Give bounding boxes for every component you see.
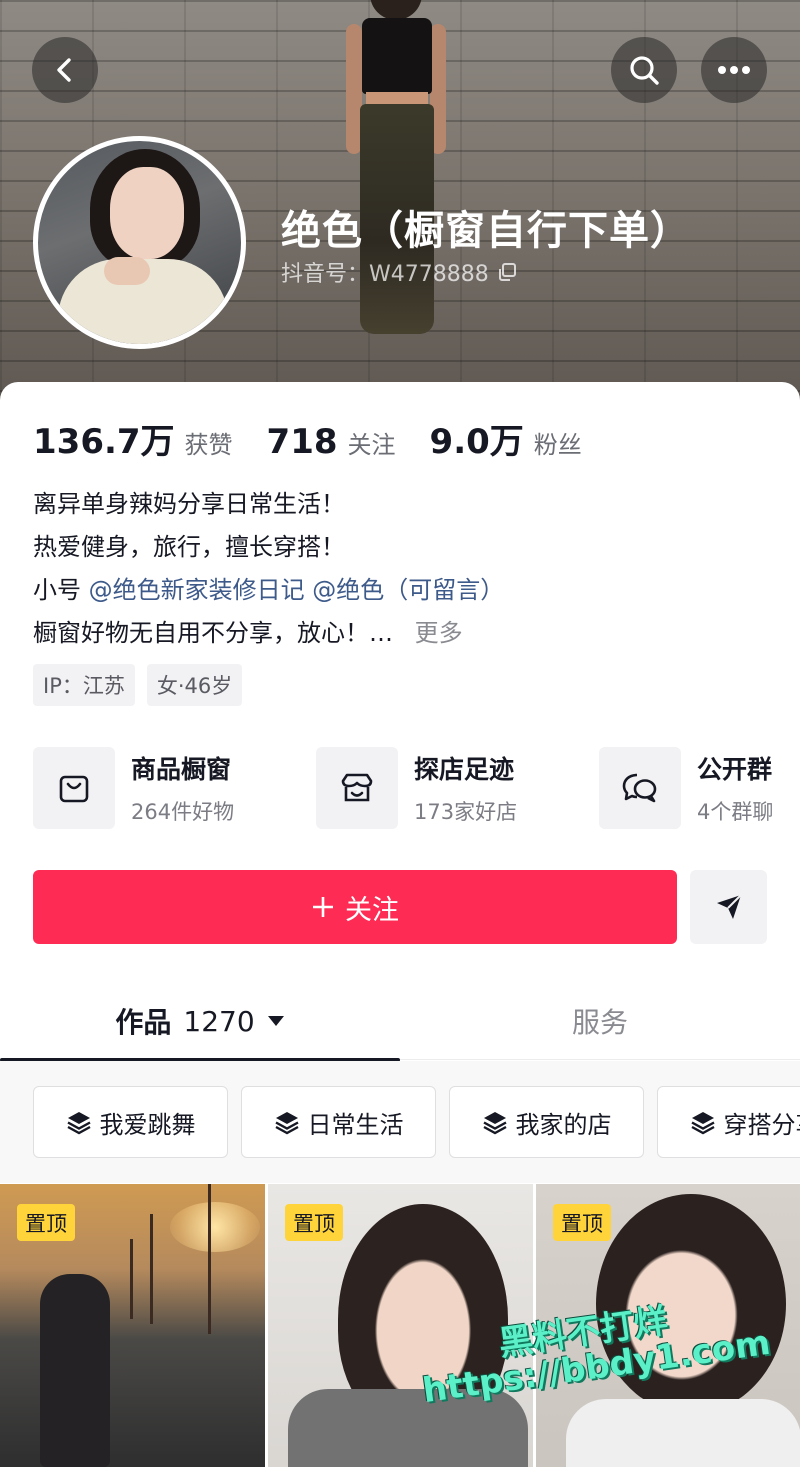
bio-line-3-prefix: 小号 <box>33 576 81 604</box>
feature-public-group[interactable]: 公开群 4个群聊 <box>599 746 800 830</box>
ip-location-tag: IP：江苏 <box>33 664 135 706</box>
send-message-button[interactable] <box>690 870 767 944</box>
stat-likes-value: 136.7万 <box>33 422 175 462</box>
follow-button-label: 关注 <box>345 894 399 926</box>
collection-chip-label: 日常生活 <box>307 1110 404 1139</box>
feature-store-visits-title: 探店足迹 <box>414 755 515 784</box>
caret-down-icon <box>267 1016 284 1026</box>
tab-services[interactable]: 服务 <box>400 982 800 1060</box>
stat-followers-label: 粉丝 <box>533 431 582 459</box>
feature-store-visits[interactable]: 探店足迹 173家好店 <box>316 746 599 830</box>
layers-icon <box>482 1112 507 1135</box>
avatar[interactable] <box>33 136 246 349</box>
stat-following-label: 关注 <box>347 431 396 459</box>
collection-chip-label: 我家的店 <box>515 1110 612 1139</box>
follow-button[interactable]: 关注 <box>33 870 677 944</box>
content-tabs: 作品 1270 服务 <box>0 982 800 1062</box>
mention-link-2[interactable]: @绝色（可留言） <box>312 576 504 604</box>
bio-line-4: 橱窗好物无自用不分享，放心！… 更多 <box>33 612 773 655</box>
more-dots-icon <box>718 66 750 74</box>
douyin-id[interactable]: 抖音号：W4778888 <box>281 256 517 288</box>
send-arrow-icon <box>716 894 742 919</box>
tab-works[interactable]: 作品 1270 <box>0 982 400 1062</box>
group-chat-icon <box>599 747 681 829</box>
bio-more-link[interactable]: 更多 <box>415 619 463 647</box>
stat-following-value: 718 <box>266 422 338 462</box>
bio: 离异单身辣妈分享日常生活！ 热爱健身，旅行，擅长穿搭！ 小号 @绝色新家装修日记… <box>33 483 773 655</box>
search-button[interactable] <box>611 37 677 103</box>
feature-shop-window[interactable]: 商品橱窗 264件好物 <box>33 746 316 830</box>
feature-shop-window-sub: 264件好物 <box>131 800 235 824</box>
video-thumbnail[interactable]: 置顶 <box>0 1184 265 1467</box>
feature-entries: 商品橱窗 264件好物 探店足迹 173家好店 公开群 4个群聊 <box>33 746 800 830</box>
layers-icon <box>690 1112 715 1135</box>
shopping-bag-icon <box>33 747 115 829</box>
mention-link-1[interactable]: @绝色新家装修日记 <box>89 576 305 604</box>
collection-chips: 我爱跳舞 日常生活 我家的店 穿搭分 <box>0 1061 800 1183</box>
tab-works-count: 1270 <box>183 1004 255 1038</box>
stat-likes[interactable]: 136.7万 获赞 <box>33 414 233 463</box>
collection-chip-label: 穿搭分享 <box>723 1110 800 1139</box>
display-name: 绝色（橱窗自行下单） <box>281 208 691 254</box>
copy-icon[interactable] <box>497 262 517 282</box>
layers-icon <box>66 1112 91 1135</box>
gender-age-tag: 女·46岁 <box>146 664 243 706</box>
bio-line-3: 小号 @绝色新家装修日记 @绝色（可留言） <box>33 569 773 612</box>
collection-chip[interactable]: 日常生活 <box>241 1086 436 1158</box>
bio-line-2: 热爱健身，旅行，擅长穿搭！ <box>33 533 345 561</box>
pinned-badge: 置顶 <box>285 1204 343 1241</box>
chevron-left-icon <box>57 58 71 82</box>
collection-chip[interactable]: 我家的店 <box>449 1086 644 1158</box>
profile-tags: IP：江苏 女·46岁 <box>33 664 243 706</box>
stat-followers[interactable]: 9.0万 粉丝 <box>430 414 582 463</box>
stats-row: 136.7万 获赞 718 关注 9.0万 粉丝 <box>33 414 616 463</box>
stat-followers-value: 9.0万 <box>429 422 524 462</box>
collection-chip[interactable]: 穿搭分享 <box>657 1086 800 1158</box>
feature-shop-window-title: 商品橱窗 <box>131 755 232 784</box>
search-icon <box>630 56 659 85</box>
feature-public-group-title: 公开群 <box>697 755 773 784</box>
bio-line-4-text: 橱窗好物无自用不分享，放心！… <box>33 619 393 647</box>
collection-chip-label: 我爱跳舞 <box>99 1110 196 1139</box>
stat-likes-label: 获赞 <box>184 431 233 459</box>
bio-line-1: 离异单身辣妈分享日常生活！ <box>33 490 345 518</box>
collection-chip[interactable]: 我爱跳舞 <box>33 1086 228 1158</box>
pinned-badge: 置顶 <box>553 1204 611 1241</box>
stat-following[interactable]: 718 关注 <box>267 422 396 462</box>
douyin-id-text: 抖音号：W4778888 <box>281 262 489 287</box>
tab-works-label: 作品 <box>115 1006 172 1039</box>
feature-store-visits-sub: 173家好店 <box>414 800 518 824</box>
plus-icon <box>313 897 333 917</box>
pinned-badge: 置顶 <box>17 1204 75 1241</box>
cover-photo-figure <box>340 0 450 370</box>
back-button[interactable] <box>32 37 98 103</box>
feature-public-group-sub: 4个群聊 <box>697 800 774 824</box>
store-icon <box>316 747 398 829</box>
more-options-button[interactable] <box>701 37 767 103</box>
layers-icon <box>274 1112 299 1135</box>
